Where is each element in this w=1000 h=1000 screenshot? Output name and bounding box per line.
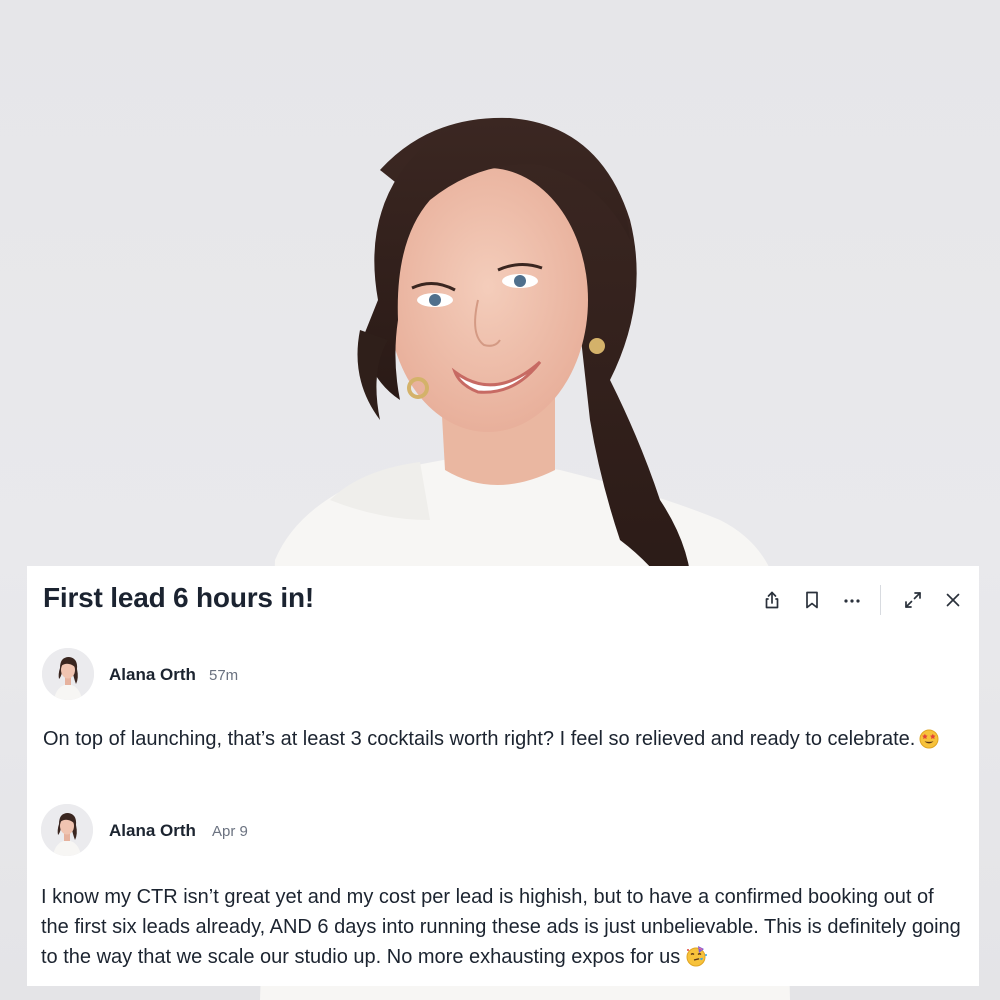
bookmark-icon [806, 591, 818, 609]
toolbar-divider [880, 585, 881, 615]
close-icon [946, 593, 960, 607]
comment-text: On top of launching, that’s at least 3 c… [43, 728, 916, 750]
star-struck-emoji-icon [919, 728, 939, 758]
timestamp: Apr 9 [212, 823, 248, 840]
comment: Alana Orth 57m On top of launching, that… [27, 648, 979, 750]
comment-body: I know my CTR isn’t great yet and my cos… [41, 882, 965, 976]
post-title: First lead 6 hours in! [43, 582, 314, 613]
avatar-image [41, 804, 93, 856]
share-icon [765, 591, 779, 609]
post-card: First lead 6 hours in! Alana Orth 57m On… [27, 566, 979, 986]
share-button[interactable] [752, 580, 792, 620]
more-icon [844, 599, 860, 603]
comment-author-row: Alana Orth 57m [27, 648, 979, 702]
avatar[interactable] [41, 804, 93, 856]
avatar[interactable] [42, 648, 94, 700]
more-options-button[interactable] [832, 580, 872, 620]
expand-icon [905, 592, 921, 608]
comment-text: I know my CTR isn’t great yet and my cos… [41, 886, 961, 968]
post-toolbar [752, 566, 979, 634]
comment: Alana Orth Apr 9 I know my CTR isn’t gre… [27, 804, 979, 968]
author-name[interactable]: Alana Orth [109, 821, 196, 841]
author-name[interactable]: Alana Orth [109, 665, 196, 685]
avatar-image [42, 648, 94, 700]
bookmark-button[interactable] [792, 580, 832, 620]
comment-body: On top of launching, that’s at least 3 c… [43, 724, 965, 758]
comment-author-row: Alana Orth Apr 9 [27, 804, 979, 858]
timestamp: 57m [209, 667, 239, 684]
expand-button[interactable] [893, 580, 933, 620]
close-button[interactable] [933, 580, 973, 620]
partying-face-emoji-icon [684, 945, 708, 976]
post-header: First lead 6 hours in! [27, 566, 979, 634]
